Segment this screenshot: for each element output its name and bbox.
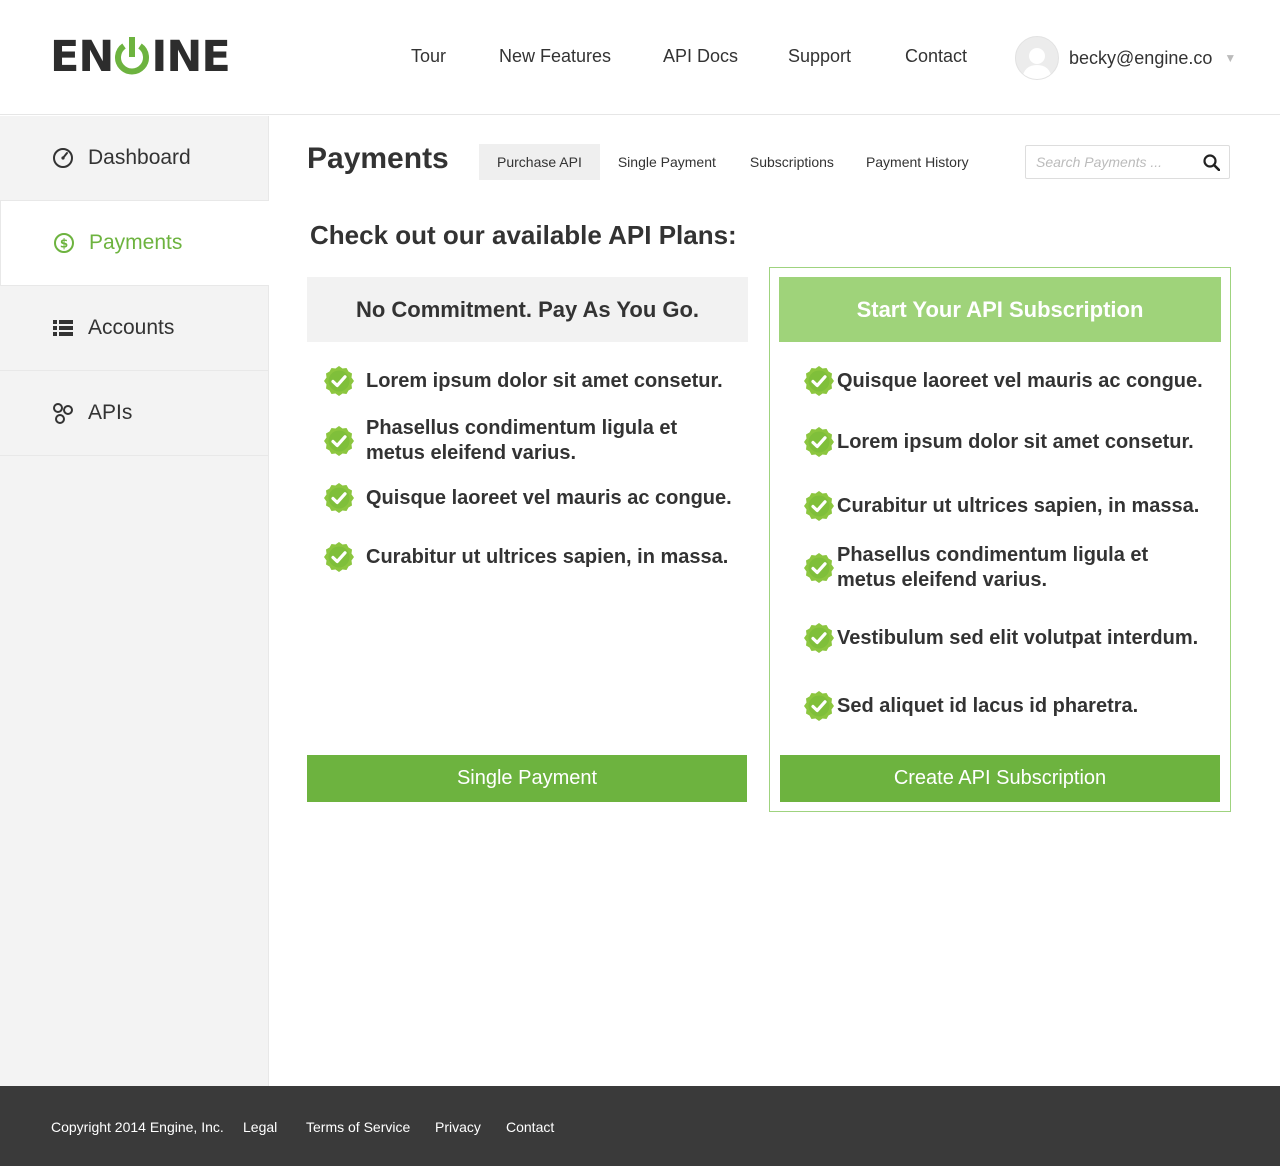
sidebar-item-payments[interactable]: $ Payments: [0, 201, 269, 286]
main-content: Payments Purchase API Single Payment Sub…: [270, 116, 1280, 1086]
check-badge-icon: [803, 552, 835, 584]
dollar-icon: $: [51, 230, 77, 256]
feature-text: Lorem ipsum dolor sit amet consetur.: [837, 430, 1194, 453]
logo-text-end: INE: [151, 32, 230, 82]
feature-text: Curabitur ut ultrices sapien, in massa.: [366, 545, 729, 568]
check-badge-icon: [803, 490, 835, 522]
tab-purchase-api[interactable]: Purchase API: [479, 144, 600, 180]
check-badge-icon: [803, 426, 835, 458]
logo-text-start: EN: [50, 32, 114, 82]
tab-single-payment[interactable]: Single Payment: [600, 144, 734, 180]
feature-text: Quisque laoreet vel mauris ac congue.: [837, 369, 1203, 392]
page-title: Payments: [307, 142, 449, 175]
list-icon: [50, 315, 76, 341]
power-icon: [115, 37, 150, 75]
top-header: EN INE Tour New Features API Docs Suppor…: [0, 0, 1280, 115]
check-badge-icon: [323, 541, 355, 573]
footer: Copyright 2014 Engine, Inc. Legal Terms …: [0, 1086, 1280, 1166]
feature-text: Curabitur ut ultrices sapien, in massa.: [837, 494, 1200, 517]
check-badge-icon: [323, 365, 355, 397]
feature-text: Sed aliquet id lacus id pharetra.: [837, 694, 1139, 717]
feature-item: Lorem ipsum dolor sit amet consetur.: [803, 426, 1228, 458]
feature-item: Vestibulum sed elit volutpat interdum.: [803, 622, 1228, 654]
user-menu[interactable]: becky@engine.co ▼: [1015, 36, 1236, 80]
dashboard-icon: [50, 145, 76, 171]
sidebar-item-label: APIs: [88, 401, 133, 424]
feature-item: Curabitur ut ultrices sapien, in massa.: [323, 541, 743, 573]
engine-logo[interactable]: EN INE: [50, 32, 231, 82]
sidebar-item-label: Accounts: [88, 316, 175, 339]
user-email: becky@engine.co: [1069, 47, 1213, 68]
tab-payment-history[interactable]: Payment History: [852, 144, 987, 180]
feature-item: Curabitur ut ultrices sapien, in massa.: [803, 490, 1228, 522]
check-badge-icon: [323, 425, 355, 457]
sidebar: Dashboard $ Payments Accounts APIs: [0, 116, 269, 1086]
avatar: [1015, 36, 1059, 80]
sidebar-item-dashboard[interactable]: Dashboard: [0, 116, 268, 201]
footer-link-contact[interactable]: Contact: [506, 1119, 554, 1135]
search-box: [1025, 145, 1230, 179]
svg-text:$: $: [60, 237, 68, 251]
caret-down-icon[interactable]: ▼: [1224, 51, 1236, 65]
feature-text: Quisque laoreet vel mauris ac congue.: [366, 486, 732, 509]
sidebar-item-label: Dashboard: [88, 146, 191, 169]
plan-title: No Commitment. Pay As You Go.: [307, 277, 748, 342]
nav-api-docs[interactable]: API Docs: [663, 46, 738, 67]
sidebar-item-label: Payments: [89, 231, 183, 254]
plan-title: Start Your API Subscription: [779, 277, 1221, 342]
single-payment-button[interactable]: Single Payment: [307, 755, 747, 802]
search-input[interactable]: [1026, 146, 1194, 178]
feature-text: Vestibulum sed elit volutpat interdum.: [837, 626, 1199, 649]
check-badge-icon: [803, 365, 835, 397]
feature-item: Sed aliquet id lacus id pharetra.: [803, 690, 1228, 722]
copyright-text: Copyright 2014 Engine, Inc.: [51, 1119, 224, 1135]
nav-new-features[interactable]: New Features: [499, 46, 611, 67]
check-badge-icon: [323, 482, 355, 514]
user-silhouette-icon: [1022, 48, 1052, 79]
feature-text: Phasellus condimentum ligula et metus el…: [837, 544, 1149, 591]
search-icon[interactable]: [1194, 146, 1228, 178]
plan-card-pay-as-you-go: No Commitment. Pay As You Go. Lorem ipsu…: [307, 277, 748, 802]
sidebar-item-accounts[interactable]: Accounts: [0, 286, 268, 371]
feature-text: Lorem ipsum dolor sit amet consetur.: [366, 369, 723, 392]
nav-tour[interactable]: Tour: [411, 46, 446, 67]
footer-link-privacy[interactable]: Privacy: [435, 1119, 481, 1135]
feature-item: Lorem ipsum dolor sit amet consetur.: [323, 365, 743, 397]
payment-tabs: Purchase API Single Payment Subscription…: [479, 144, 987, 180]
feature-item: Phasellus condimentum ligula et metus el…: [323, 416, 743, 466]
tab-subscriptions[interactable]: Subscriptions: [734, 144, 852, 180]
sidebar-item-apis[interactable]: APIs: [0, 371, 268, 456]
feature-text: Phasellus condimentum ligula et metus el…: [366, 417, 678, 464]
feature-item: Quisque laoreet vel mauris ac congue.: [323, 482, 743, 514]
footer-link-legal[interactable]: Legal: [243, 1119, 277, 1135]
create-api-subscription-button[interactable]: Create API Subscription: [780, 755, 1220, 802]
feature-item: Phasellus condimentum ligula et metus el…: [803, 543, 1228, 593]
section-title: Check out our available API Plans:: [310, 220, 737, 250]
check-badge-icon: [803, 622, 835, 654]
apis-icon: [50, 400, 76, 426]
nav-support[interactable]: Support: [788, 46, 851, 67]
footer-link-terms[interactable]: Terms of Service: [306, 1119, 410, 1135]
plan-card-subscription: Start Your API Subscription Quisque laor…: [769, 267, 1231, 812]
feature-item: Quisque laoreet vel mauris ac congue.: [803, 365, 1228, 397]
check-badge-icon: [803, 690, 835, 722]
nav-contact[interactable]: Contact: [905, 46, 967, 67]
